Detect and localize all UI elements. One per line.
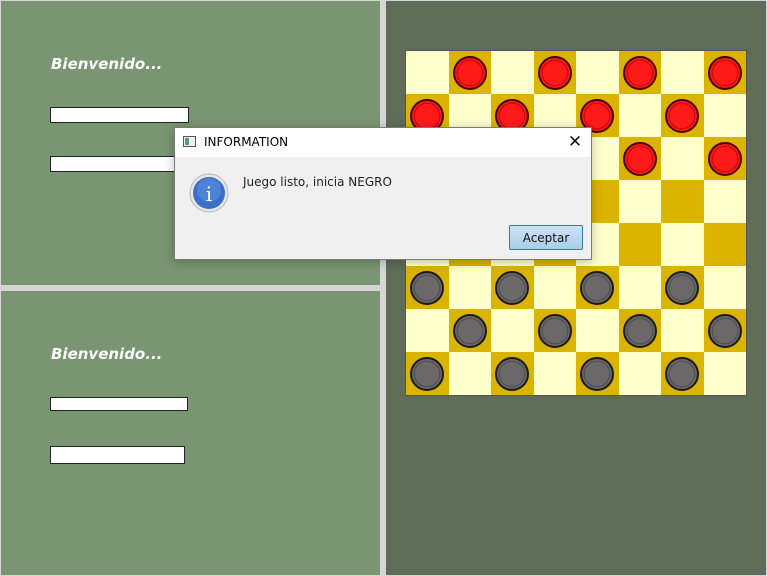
red-piece[interactable]	[707, 55, 742, 90]
dialog-titlebar[interactable]: INFORMATION ✕	[175, 128, 591, 157]
welcome-label: Bienvenido...	[51, 345, 163, 363]
player-name-field[interactable]	[50, 107, 189, 123]
red-piece[interactable]	[622, 55, 657, 90]
board-square-light[interactable]	[491, 309, 534, 352]
board-square-light[interactable]	[533, 352, 576, 395]
board-square-dark[interactable]	[661, 352, 704, 395]
information-dialog: INFORMATION ✕ i Juego listo, inicia NEGR…	[174, 127, 592, 260]
board-square-light[interactable]	[703, 266, 746, 309]
black-piece[interactable]	[622, 313, 657, 348]
board-square-light[interactable]	[406, 51, 449, 94]
player-name-field[interactable]	[50, 397, 188, 411]
board-square-dark[interactable]	[661, 94, 704, 137]
board-square-light[interactable]	[618, 352, 661, 395]
dialog-title: INFORMATION	[204, 135, 289, 149]
board-square-dark[interactable]	[533, 309, 576, 352]
board-square-dark[interactable]	[703, 223, 746, 266]
board-square-light[interactable]	[448, 352, 491, 395]
app-window-icon	[183, 136, 196, 147]
board-square-dark[interactable]	[533, 51, 576, 94]
black-piece[interactable]	[580, 356, 615, 391]
black-piece[interactable]	[537, 313, 572, 348]
board-square-dark[interactable]	[703, 51, 746, 94]
board-square-light[interactable]	[491, 51, 534, 94]
board-square-light[interactable]	[703, 352, 746, 395]
board-square-light[interactable]	[533, 266, 576, 309]
board-square-dark[interactable]	[491, 352, 534, 395]
black-piece[interactable]	[580, 270, 615, 305]
board-square-dark[interactable]	[576, 352, 619, 395]
player-info-field[interactable]	[50, 446, 185, 464]
board-square-light[interactable]	[618, 266, 661, 309]
board-square-light[interactable]	[703, 94, 746, 137]
player-panel-bottom: Bienvenido...	[1, 291, 380, 575]
board-square-dark[interactable]	[618, 137, 661, 180]
board-square-dark[interactable]	[703, 309, 746, 352]
red-piece[interactable]	[622, 141, 657, 176]
info-icon: i	[189, 173, 229, 213]
svg-text:i: i	[206, 182, 212, 206]
black-piece[interactable]	[410, 270, 445, 305]
board-square-dark[interactable]	[703, 137, 746, 180]
red-piece[interactable]	[537, 55, 572, 90]
board-square-light[interactable]	[661, 51, 704, 94]
dialog-message: Juego listo, inicia NEGRO	[243, 175, 392, 189]
red-piece[interactable]	[707, 141, 742, 176]
board-square-dark[interactable]	[618, 51, 661, 94]
red-piece[interactable]	[452, 55, 487, 90]
board-square-light[interactable]	[661, 309, 704, 352]
close-icon[interactable]: ✕	[563, 130, 587, 154]
board-square-light[interactable]	[576, 51, 619, 94]
player-info-field[interactable]	[50, 156, 175, 172]
board-square-light[interactable]	[618, 94, 661, 137]
board-square-light[interactable]	[576, 309, 619, 352]
board-square-dark[interactable]	[406, 266, 449, 309]
board-square-dark[interactable]	[618, 309, 661, 352]
board-square-dark[interactable]	[406, 352, 449, 395]
black-piece[interactable]	[410, 356, 445, 391]
accept-button[interactable]: Aceptar	[509, 225, 583, 250]
welcome-label: Bienvenido...	[51, 55, 163, 73]
black-piece[interactable]	[665, 270, 700, 305]
board-square-dark[interactable]	[661, 266, 704, 309]
red-piece[interactable]	[665, 98, 700, 133]
board-square-dark[interactable]	[448, 51, 491, 94]
board-square-light[interactable]	[406, 309, 449, 352]
black-piece[interactable]	[707, 313, 742, 348]
board-square-light[interactable]	[661, 223, 704, 266]
black-piece[interactable]	[665, 356, 700, 391]
board-square-light[interactable]	[703, 180, 746, 223]
board-square-dark[interactable]	[448, 309, 491, 352]
black-piece[interactable]	[495, 270, 530, 305]
black-piece[interactable]	[495, 356, 530, 391]
board-square-dark[interactable]	[576, 266, 619, 309]
board-square-light[interactable]	[618, 180, 661, 223]
board-square-dark[interactable]	[491, 266, 534, 309]
board-square-dark[interactable]	[661, 180, 704, 223]
board-square-light[interactable]	[448, 266, 491, 309]
black-piece[interactable]	[452, 313, 487, 348]
board-square-light[interactable]	[661, 137, 704, 180]
board-square-dark[interactable]	[618, 223, 661, 266]
